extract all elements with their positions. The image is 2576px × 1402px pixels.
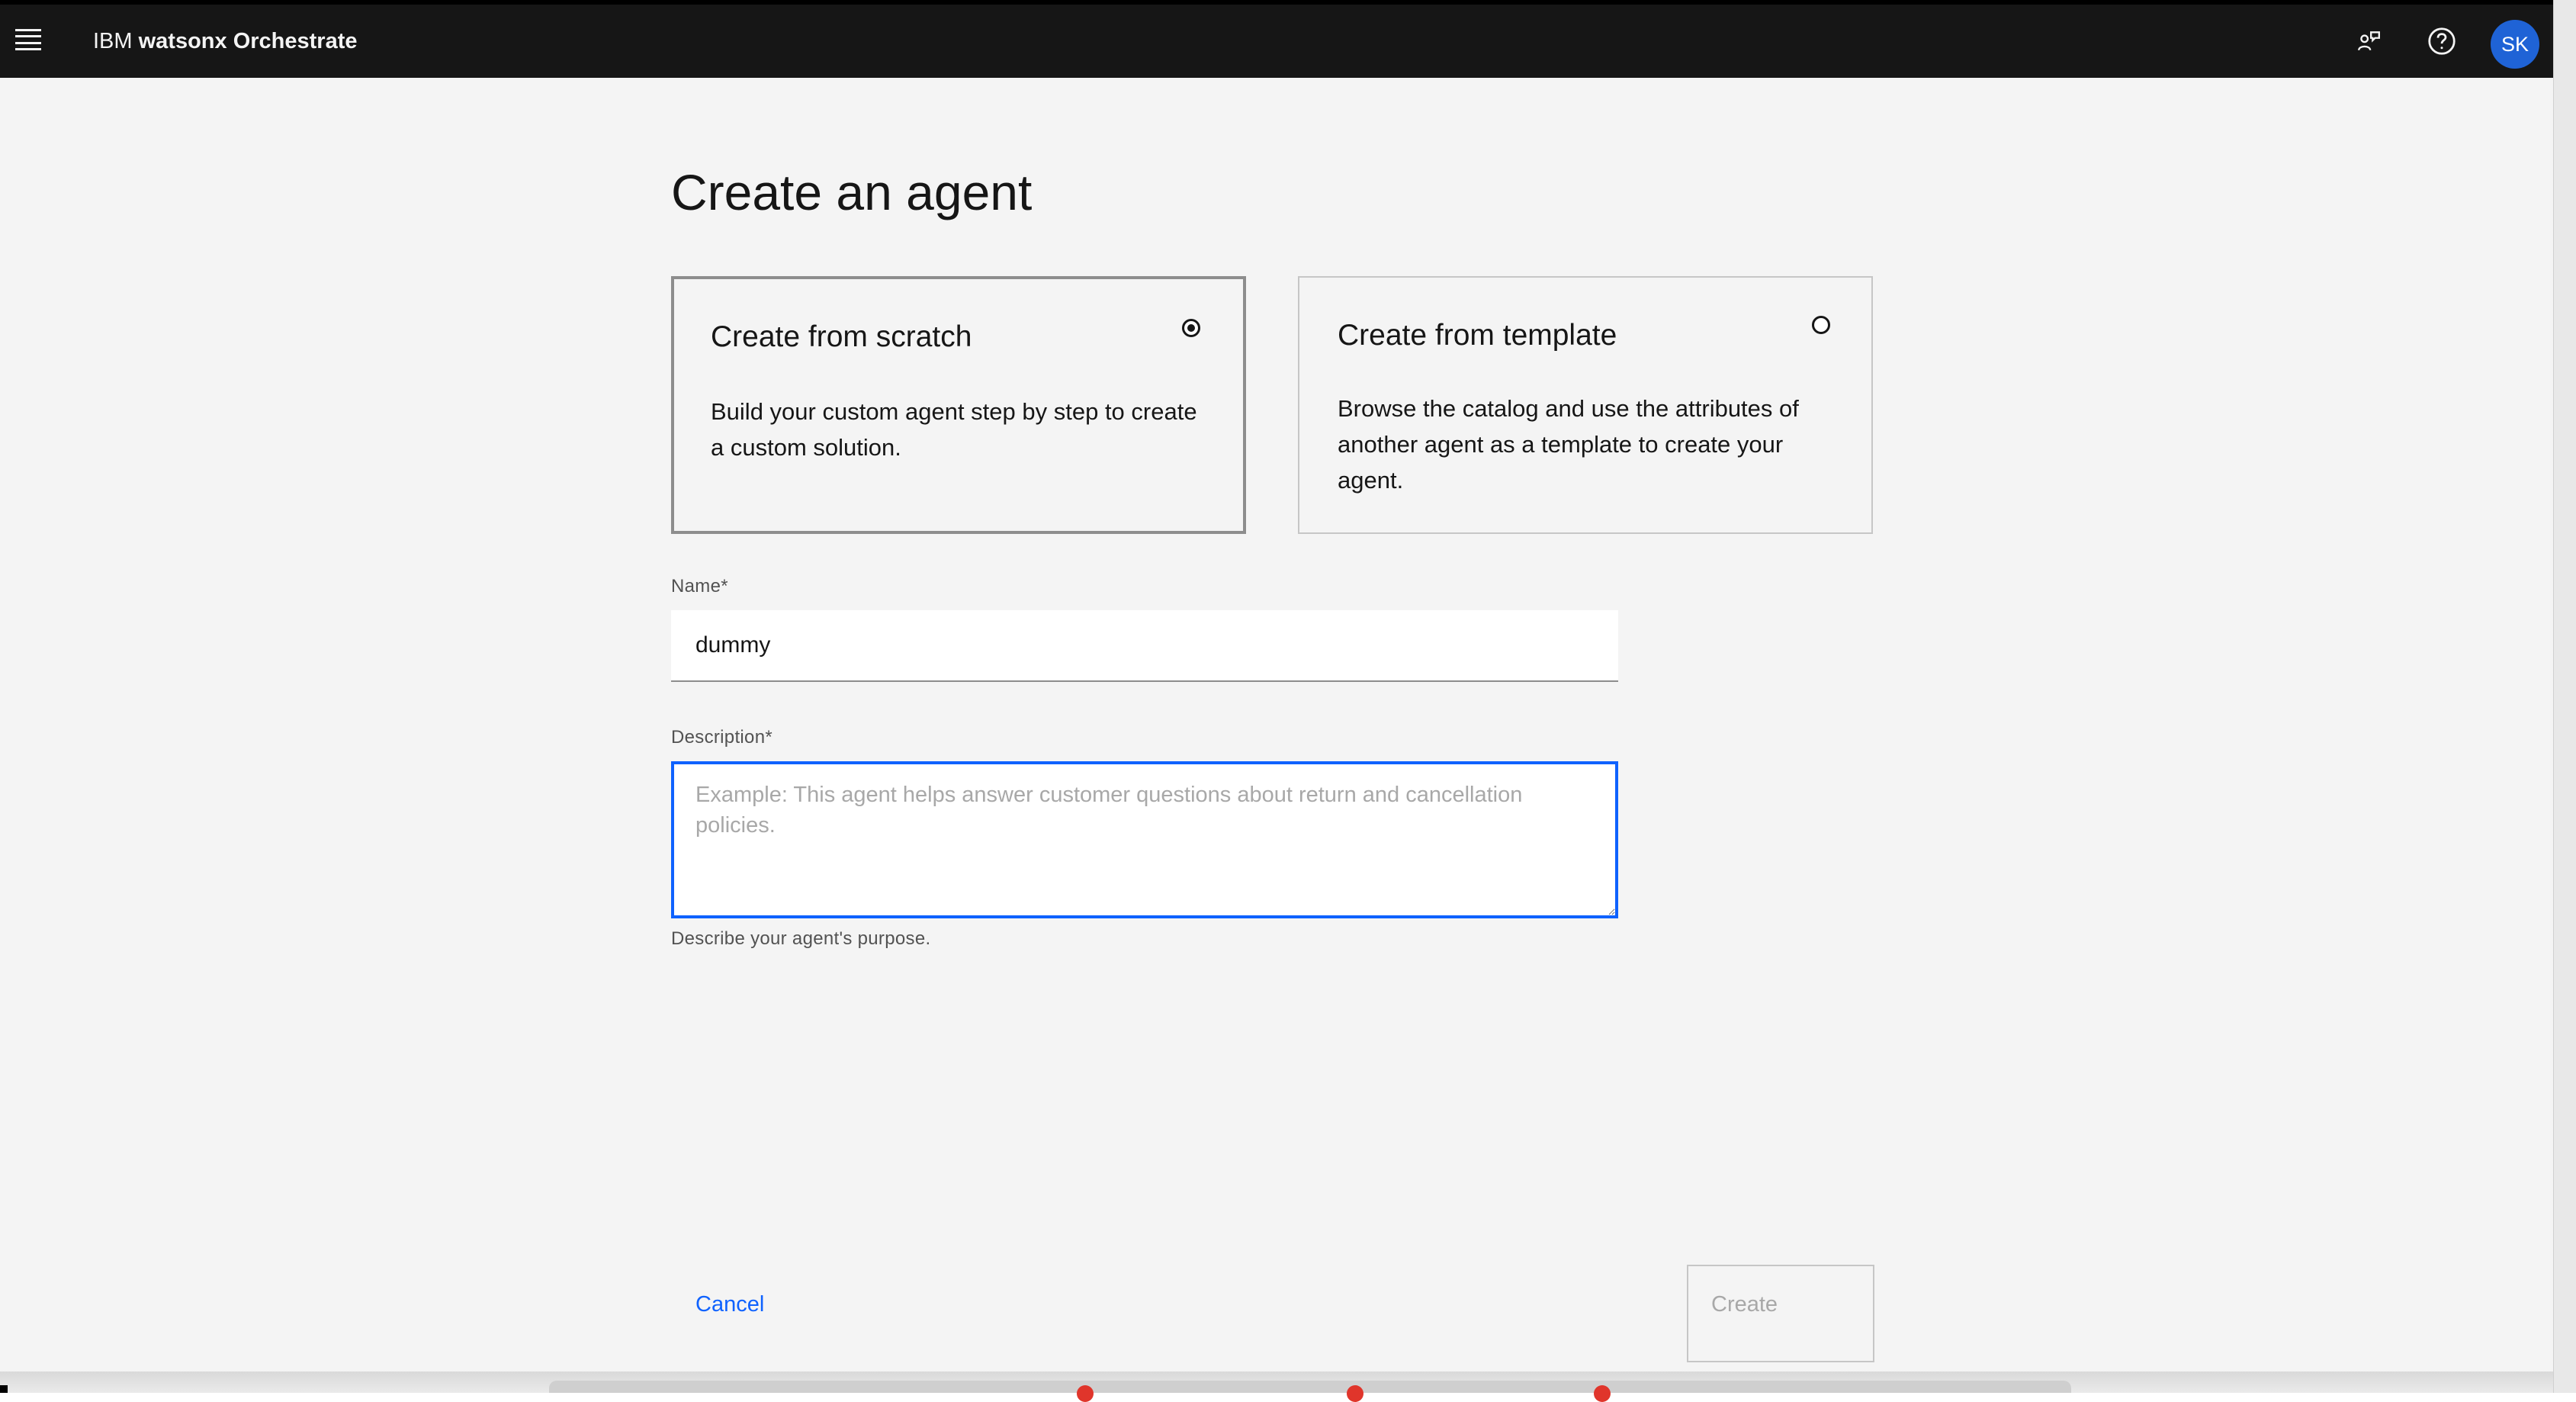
radio-unselected-icon[interactable] — [1812, 316, 1830, 334]
cancel-button[interactable]: Cancel — [695, 1291, 764, 1318]
option-title: Create from template — [1338, 319, 1617, 352]
description-helper-text: Describe your agent's purpose. — [671, 928, 931, 949]
create-button[interactable]: Create — [1687, 1265, 1874, 1362]
option-create-from-template[interactable]: Create from template Browse the catalog … — [1298, 276, 1873, 534]
option-description: Build your custom agent step by step to … — [711, 398, 1197, 461]
name-input[interactable] — [671, 610, 1618, 682]
background-window-edge — [2553, 0, 2576, 1393]
hamburger-menu-icon[interactable] — [15, 29, 41, 50]
name-field-label: Name* — [671, 576, 728, 596]
app-header: IBM watsonx Orchestrate SK — [0, 5, 2553, 78]
dock-bar — [549, 1381, 2071, 1393]
product-name[interactable]: IBM watsonx Orchestrate — [93, 27, 358, 55]
dock-badge-icon — [1347, 1385, 1363, 1402]
user-feedback-icon[interactable] — [2350, 23, 2387, 59]
page-title: Create an agent — [671, 164, 1033, 220]
brand-prefix: IBM — [93, 29, 133, 53]
help-icon[interactable] — [2423, 23, 2460, 59]
dock-badge-icon — [1594, 1385, 1611, 1402]
description-textarea[interactable] — [671, 761, 1618, 918]
user-avatar[interactable]: SK — [2491, 20, 2539, 69]
app-window: IBM watsonx Orchestrate SK Create an age… — [0, 5, 2553, 1371]
description-field-label: Description* — [671, 727, 772, 748]
option-title: Create from scratch — [711, 320, 972, 353]
option-create-from-scratch[interactable]: Create from scratch Build your custom ag… — [671, 276, 1246, 534]
brand-product: watsonx Orchestrate — [138, 29, 358, 53]
option-description: Browse the catalog and use the attribute… — [1338, 395, 1799, 494]
radio-selected-icon[interactable] — [1182, 319, 1200, 337]
window-corner — [0, 1385, 8, 1393]
dock-badge-icon — [1077, 1385, 1094, 1402]
